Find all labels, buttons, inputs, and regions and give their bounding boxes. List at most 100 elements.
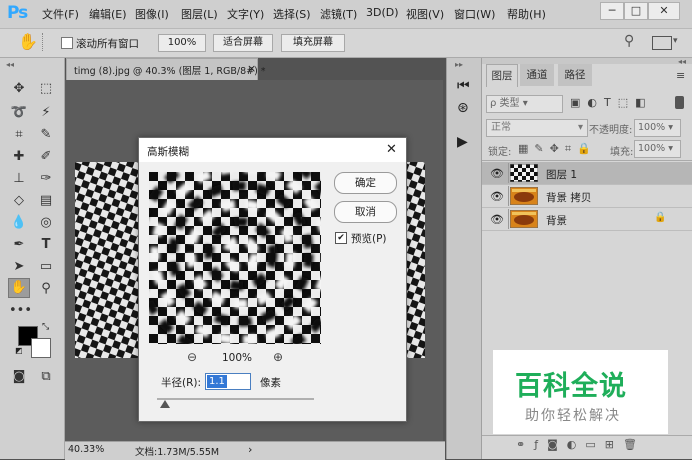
maximize-button[interactable]: □	[624, 2, 648, 20]
menu-view[interactable]: 视图(V)	[406, 6, 444, 22]
minimize-button[interactable]: ─	[600, 2, 624, 20]
layer-row[interactable]: 👁 图层 1	[482, 162, 692, 185]
stamp-tool-icon[interactable]: ⊥	[9, 170, 29, 188]
default-colors-icon[interactable]: ◩	[15, 346, 23, 355]
actions-panel-icon[interactable]: ⊛	[457, 100, 469, 116]
gradient-tool-icon[interactable]: ▤	[36, 192, 56, 210]
tab-layers[interactable]: 图层	[486, 64, 518, 87]
type-tool-icon[interactable]: T	[36, 236, 56, 254]
scroll-all-checkbox[interactable]	[61, 37, 73, 49]
search-icon[interactable]: ⚲	[624, 33, 634, 49]
marquee-tool-icon[interactable]: ⬚	[36, 80, 56, 98]
close-window-button[interactable]: ✕	[648, 2, 680, 20]
lasso-tool-icon[interactable]: ➰	[9, 104, 29, 122]
tab-close-icon[interactable]: ×	[247, 62, 256, 75]
radius-input[interactable]: 1.1	[205, 373, 251, 390]
layer-filter-select[interactable]: ρ 类型 ▾	[486, 95, 563, 113]
menu-window[interactable]: 窗口(W)	[454, 6, 495, 22]
move-tool-icon[interactable]: ✥	[9, 80, 29, 98]
status-menu-arrow[interactable]: ›	[248, 443, 252, 456]
blur-tool-icon[interactable]: 💧	[9, 214, 29, 232]
fill-value: 100%	[638, 143, 666, 154]
expand-icon[interactable]: ▸▸	[455, 60, 463, 69]
brush-tool-icon[interactable]: ✐	[36, 148, 56, 166]
zoom-100-button[interactable]: 100%	[158, 34, 206, 52]
layer-thumbnail	[510, 210, 538, 228]
swap-colors-icon[interactable]: ⤡	[42, 322, 49, 332]
history-panel-icon[interactable]: ⏮	[457, 78, 470, 94]
menu-bar: Ps 文件(F) 编辑(E) 图像(I) 图层(L) 文字(Y) 选择(S) 滤…	[0, 0, 692, 29]
eye-icon[interactable]: 👁	[490, 213, 504, 226]
dodge-tool-icon[interactable]: ◎	[36, 214, 56, 232]
hand-tool-icon[interactable]: ✋	[8, 278, 30, 298]
blend-mode-value: 正常	[491, 122, 511, 133]
divider	[482, 435, 692, 436]
eyedropper-icon[interactable]: ✎	[36, 126, 56, 144]
collapse-panel-icon[interactable]: ◂◂	[678, 57, 686, 66]
crop-tool-icon[interactable]: ⌗	[9, 126, 29, 144]
watermark: 百科全说 助你轻松解决	[493, 350, 668, 434]
zoom-level[interactable]: 40.33%	[68, 444, 104, 455]
radius-slider-thumb[interactable]	[159, 400, 170, 408]
layer-name: 图层 1	[546, 169, 578, 181]
menu-select[interactable]: 选择(S)	[273, 6, 311, 22]
panel-menu-icon[interactable]: ≡	[676, 69, 685, 82]
filter-toggle-icon[interactable]	[675, 96, 684, 109]
radius-slider-track[interactable]	[157, 398, 314, 400]
lock-icons[interactable]: ▦✎✥⌗🔒	[518, 142, 597, 156]
zoom-tool-icon[interactable]: ⚲	[36, 280, 56, 298]
magic-wand-icon[interactable]: ⚡	[36, 104, 56, 122]
menu-layer[interactable]: 图层(L)	[181, 6, 218, 22]
more-tools-icon[interactable]: •••	[9, 302, 32, 320]
eye-icon[interactable]: 👁	[490, 167, 504, 180]
dialog-title: 高斯模糊	[147, 146, 189, 158]
zoom-out-icon[interactable]: ⊖	[187, 350, 197, 364]
close-icon[interactable]: ✕	[386, 142, 397, 157]
eye-icon[interactable]: 👁	[490, 190, 504, 203]
layer-row[interactable]: 👁 背景 🔒	[482, 208, 692, 231]
preview-image	[149, 172, 321, 344]
screen-mode-icon[interactable]: ⧉	[36, 368, 56, 386]
preview-zoom-level: 100%	[222, 352, 253, 364]
blend-mode-select[interactable]: 正常 ▾	[486, 119, 588, 137]
document-tab[interactable]: timg (8).jpg @ 40.3% (图层 1, RGB/8#) * ×	[66, 58, 266, 81]
workspace-icon[interactable]	[652, 36, 672, 50]
menu-edit[interactable]: 编辑(E)	[89, 6, 127, 22]
layer-bottom-icons[interactable]: ⚭ƒ◙◐▭⊞🗑	[516, 438, 646, 451]
quick-mask-icon[interactable]: ◙	[9, 368, 29, 386]
panel-dock: ▸▸ ⏮ ⊛ ▶	[446, 58, 481, 459]
tab-paths[interactable]: 路径	[558, 64, 592, 86]
zoom-in-icon[interactable]: ⊕	[273, 350, 283, 364]
shape-tool-icon[interactable]: ▭	[36, 258, 56, 276]
fill-screen-button[interactable]: 填充屏幕	[281, 34, 345, 52]
layer-filter-label: ρ 类型	[490, 98, 520, 109]
layer-thumbnail	[510, 164, 538, 182]
history-brush-icon[interactable]: ✑	[36, 170, 56, 188]
menu-image[interactable]: 图像(I)	[135, 6, 169, 22]
hand-tool-icon[interactable]: ✋	[18, 32, 38, 51]
tab-channels[interactable]: 通道	[520, 64, 554, 86]
ok-button[interactable]: 确定	[334, 172, 397, 194]
background-color-swatch[interactable]	[31, 338, 51, 358]
layer-filter-icons[interactable]: ▣◐T⬚◧	[570, 96, 653, 109]
menu-3d[interactable]: 3D(D)	[366, 6, 399, 19]
layer-row[interactable]: 👁 背景 拷贝	[482, 185, 692, 208]
healing-brush-icon[interactable]: ✚	[9, 148, 29, 166]
path-select-icon[interactable]: ➤	[9, 258, 29, 276]
fit-screen-button[interactable]: 适合屏幕	[213, 34, 273, 52]
collapse-icon[interactable]: ◂◂	[6, 60, 14, 69]
cancel-button[interactable]: 取消	[334, 201, 397, 223]
opacity-input[interactable]: 100% ▾	[634, 119, 681, 137]
document-size: 文档:1.73M/5.55M	[135, 447, 220, 458]
eraser-tool-icon[interactable]: ◇	[9, 192, 29, 210]
menu-type[interactable]: 文字(Y)	[227, 6, 264, 22]
menu-filter[interactable]: 滤镜(T)	[320, 6, 357, 22]
preview-checkbox[interactable]: ✔	[335, 232, 347, 244]
chevron-down-icon[interactable]: ▾	[673, 36, 678, 46]
play-icon[interactable]: ▶	[457, 134, 468, 150]
menu-file[interactable]: 文件(F)	[42, 6, 79, 22]
pen-tool-icon[interactable]: ✒	[9, 236, 29, 254]
layer-name: 背景 拷贝	[546, 192, 592, 204]
fill-input[interactable]: 100% ▾	[634, 140, 681, 158]
menu-help[interactable]: 帮助(H)	[507, 6, 546, 22]
